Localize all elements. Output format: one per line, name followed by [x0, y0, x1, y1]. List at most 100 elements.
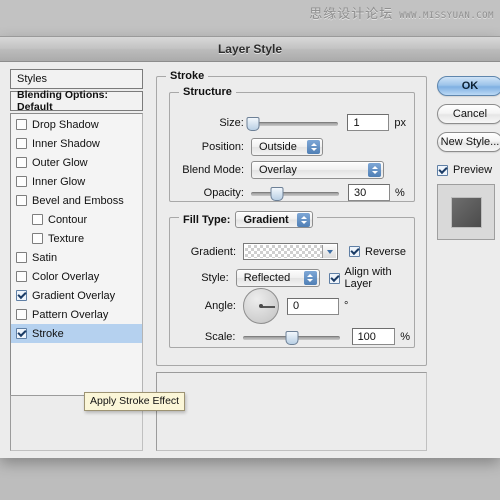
angle-unit: °	[344, 300, 349, 312]
gradient-style-stepper-icon	[303, 271, 317, 285]
opacity-row: Opacity: 30 %	[180, 184, 406, 201]
structure-group-legend: Structure	[179, 86, 236, 98]
fill-type-group-legend: Fill Type: Gradient	[179, 211, 318, 228]
scale-unit: %	[400, 330, 410, 343]
style-row[interactable]: Inner Shadow	[11, 134, 142, 153]
blend-mode-stepper-icon	[368, 163, 381, 177]
style-row-label: Stroke	[32, 327, 64, 340]
style-row-label: Contour	[48, 213, 88, 226]
ok-button[interactable]: OK	[437, 76, 500, 96]
align-with-layer-checkbox[interactable]	[328, 272, 340, 284]
style-row[interactable]: Contour	[11, 210, 142, 229]
dialog-titlebar[interactable]: Layer Style	[0, 37, 500, 62]
lower-right-panel	[156, 372, 427, 451]
style-row-label: Outer Glow	[32, 156, 88, 169]
style-enable-checkbox[interactable]	[16, 195, 27, 206]
style-enable-checkbox[interactable]	[16, 157, 27, 168]
cancel-button[interactable]: Cancel	[437, 104, 500, 124]
align-with-layer-row[interactable]: Align with Layer	[328, 266, 410, 290]
style-row[interactable]: Bevel and Emboss	[11, 191, 142, 210]
blend-mode-label: Blend Mode:	[182, 164, 244, 176]
angle-dial-hub	[259, 304, 263, 308]
watermark-url: WWW.MISSYUAN.COM	[399, 11, 494, 21]
styles-header-label: Styles	[17, 73, 47, 85]
position-select[interactable]: Outside	[251, 138, 323, 156]
style-row[interactable]: Inner Glow	[11, 172, 142, 191]
scale-slider-thumb[interactable]	[285, 330, 299, 345]
gradient-picker-arrow-icon[interactable]	[322, 245, 336, 258]
style-enable-checkbox[interactable]	[16, 138, 27, 149]
gradient-style-select[interactable]: Reflected	[235, 269, 320, 287]
styles-header[interactable]: Styles	[10, 69, 143, 89]
preview-checkbox[interactable]	[437, 164, 448, 176]
opacity-input[interactable]: 30	[348, 184, 390, 201]
style-enable-checkbox[interactable]	[32, 214, 43, 225]
blend-mode-value: Overlay	[259, 164, 297, 176]
gradient-row: Gradient: Reverse	[180, 243, 410, 260]
fill-type-group: Fill Type: Gradient Gradient: Reverse St…	[169, 211, 415, 348]
angle-dial[interactable]	[243, 288, 279, 324]
dialog-body: Styles Blending Options: Default Drop Sh…	[0, 62, 500, 458]
gradient-label: Gradient:	[190, 245, 236, 258]
structure-group: Structure Size: 1 px Position: Outside B…	[169, 86, 415, 202]
preview-label: Preview	[453, 164, 493, 176]
blending-options-row[interactable]: Blending Options: Default	[10, 89, 143, 113]
angle-dial-hand	[261, 306, 275, 308]
style-row[interactable]: Pattern Overlay	[11, 305, 142, 324]
preview-thumbnail-swatch	[450, 196, 482, 228]
gradient-swatch[interactable]	[243, 243, 338, 260]
size-input[interactable]: 1	[347, 114, 390, 131]
position-value: Outside	[259, 141, 297, 153]
preview-checkbox-row[interactable]: Preview	[437, 164, 500, 176]
size-slider-thumb[interactable]	[246, 116, 260, 131]
fill-type-stepper-icon	[297, 213, 311, 227]
size-slider[interactable]	[246, 116, 339, 131]
style-enable-checkbox[interactable]	[16, 290, 27, 301]
style-enable-checkbox[interactable]	[16, 252, 27, 263]
style-enable-checkbox[interactable]	[16, 176, 27, 187]
opacity-unit: %	[395, 186, 405, 199]
fill-type-select[interactable]: Gradient	[235, 211, 314, 228]
tooltip: Apply Stroke Effect	[84, 392, 186, 411]
new-style-button[interactable]: New Style...	[437, 132, 500, 152]
blend-mode-select[interactable]: Overlay	[251, 161, 384, 179]
blend-mode-row: Blend Mode: Overlay	[180, 161, 406, 179]
align-with-layer-label: Align with Layer	[344, 266, 392, 290]
angle-input[interactable]: 0	[287, 297, 339, 315]
dialog-title: Layer Style	[217, 42, 283, 56]
scale-input[interactable]: 100	[351, 328, 396, 345]
style-row[interactable]: Satin	[11, 248, 142, 267]
scale-slider[interactable]	[243, 330, 340, 345]
opacity-slider-thumb[interactable]	[270, 186, 284, 201]
reverse-checkbox[interactable]	[349, 246, 360, 257]
opacity-slider[interactable]	[251, 186, 339, 201]
style-enable-checkbox[interactable]	[16, 271, 27, 282]
style-row[interactable]: Texture	[11, 229, 142, 248]
opacity-slider-track	[251, 191, 339, 196]
stroke-group-legend: Stroke	[166, 70, 209, 82]
style-row-label: Satin	[32, 251, 58, 264]
style-row-label: Texture	[48, 232, 85, 245]
style-row-label: Bevel and Emboss	[32, 194, 124, 207]
screen: 思缘设计论坛 WWW.MISSYUAN.COM Layer Style Styl…	[0, 0, 500, 500]
style-row[interactable]: Gradient Overlay	[11, 286, 142, 305]
style-row-label: Drop Shadow	[32, 118, 99, 131]
angle-row: Angle: 0 °	[180, 288, 410, 324]
style-enable-checkbox[interactable]	[16, 119, 27, 130]
angle-value: 0	[293, 300, 300, 312]
watermark-chinese: 思缘设计论坛	[309, 6, 394, 21]
style-row[interactable]: Outer Glow	[11, 153, 142, 172]
gradient-style-row: Style: Reflected Align with Layer	[180, 266, 410, 290]
style-row[interactable]: Stroke	[11, 324, 142, 343]
scale-row: Scale: 100 %	[180, 328, 410, 345]
style-row[interactable]: Color Overlay	[11, 267, 142, 286]
blending-options-label: Blending Options: Default	[17, 89, 108, 113]
dialog-actions: OK Cancel New Style... Preview	[437, 76, 500, 240]
style-enable-checkbox[interactable]	[32, 233, 43, 244]
style-enable-checkbox[interactable]	[16, 328, 27, 339]
opacity-label: Opacity:	[203, 186, 244, 199]
style-enable-checkbox[interactable]	[16, 309, 27, 320]
style-row[interactable]: Drop Shadow	[11, 115, 142, 134]
fill-type-label: Fill Type:	[183, 213, 231, 226]
reverse-checkbox-row[interactable]: Reverse	[349, 246, 406, 258]
